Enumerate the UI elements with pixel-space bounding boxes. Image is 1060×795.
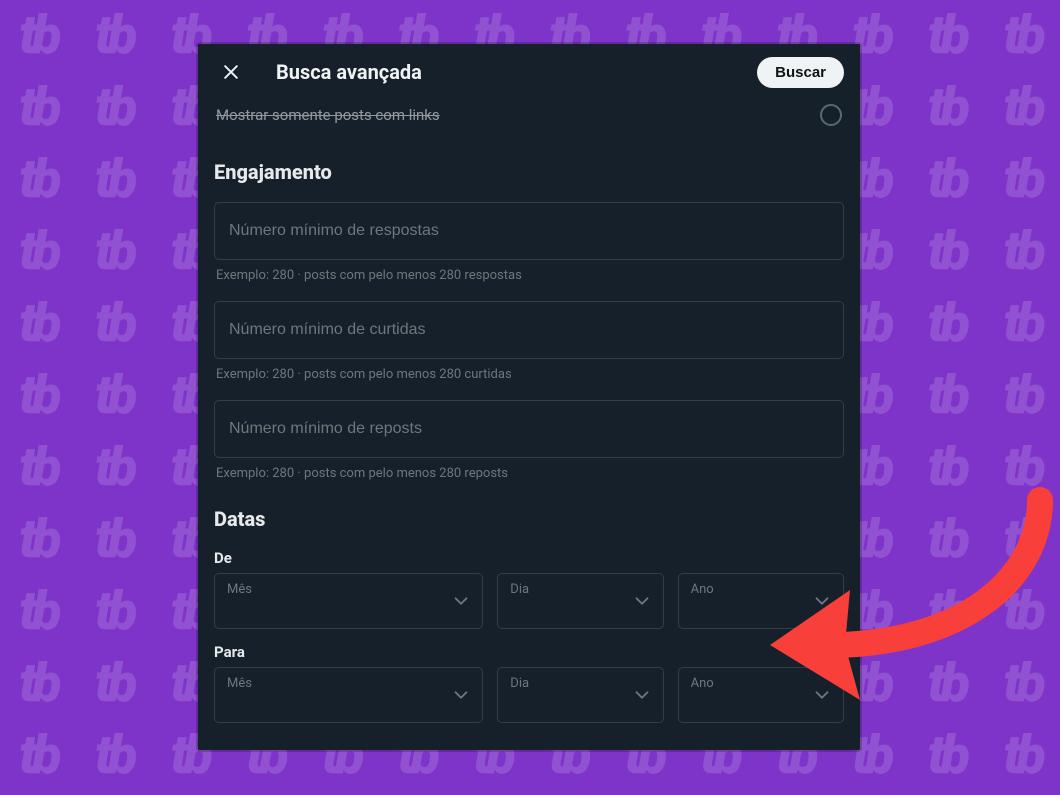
- modal-content[interactable]: Mostrar somente posts com links Engajame…: [198, 100, 860, 750]
- from-label: De: [214, 549, 844, 567]
- min-replies-hint: Exemplo: 280 · posts com pelo menos 280 …: [216, 268, 842, 283]
- chevron-down-icon: [811, 590, 833, 612]
- filter-show-links-row[interactable]: Mostrar somente posts com links: [214, 100, 844, 134]
- modal-title: Busca avançada: [276, 60, 729, 84]
- close-icon: [221, 62, 241, 82]
- min-reposts-hint: Exemplo: 280 · posts com pelo menos 280 …: [216, 466, 842, 481]
- to-label: Para: [214, 643, 844, 661]
- min-replies-input[interactable]: [214, 202, 844, 260]
- dates-heading: Datas: [214, 507, 844, 531]
- from-date-row: Mês Dia Ano: [214, 573, 844, 629]
- search-button[interactable]: Buscar: [757, 57, 844, 88]
- to-date-row: Mês Dia Ano: [214, 667, 844, 723]
- chevron-down-icon: [631, 590, 653, 612]
- filter-show-links-label: Mostrar somente posts com links: [216, 106, 440, 124]
- chevron-down-icon: [450, 684, 472, 706]
- to-day-select[interactable]: Dia: [497, 667, 663, 723]
- select-label: Mês: [227, 676, 252, 691]
- from-year-select[interactable]: Ano: [678, 573, 844, 629]
- min-likes-input[interactable]: [214, 301, 844, 359]
- from-day-select[interactable]: Dia: [497, 573, 663, 629]
- modal-header: Busca avançada Buscar: [198, 44, 860, 100]
- chevron-down-icon: [450, 590, 472, 612]
- from-month-select[interactable]: Mês: [214, 573, 483, 629]
- chevron-down-icon: [631, 684, 653, 706]
- select-label: Ano: [691, 582, 714, 597]
- min-reposts-input[interactable]: [214, 400, 844, 458]
- select-label: Mês: [227, 582, 252, 597]
- chevron-down-icon: [811, 684, 833, 706]
- min-likes-hint: Exemplo: 280 · posts com pelo menos 280 …: [216, 367, 842, 382]
- select-label: Dia: [510, 676, 529, 691]
- radio-empty-icon[interactable]: [820, 104, 842, 126]
- engagement-heading: Engajamento: [214, 160, 844, 184]
- select-label: Dia: [510, 582, 529, 597]
- to-year-select[interactable]: Ano: [678, 667, 844, 723]
- select-label: Ano: [691, 676, 714, 691]
- advanced-search-modal: Busca avançada Buscar Mostrar somente po…: [198, 44, 860, 750]
- close-button[interactable]: [214, 55, 248, 89]
- to-month-select[interactable]: Mês: [214, 667, 483, 723]
